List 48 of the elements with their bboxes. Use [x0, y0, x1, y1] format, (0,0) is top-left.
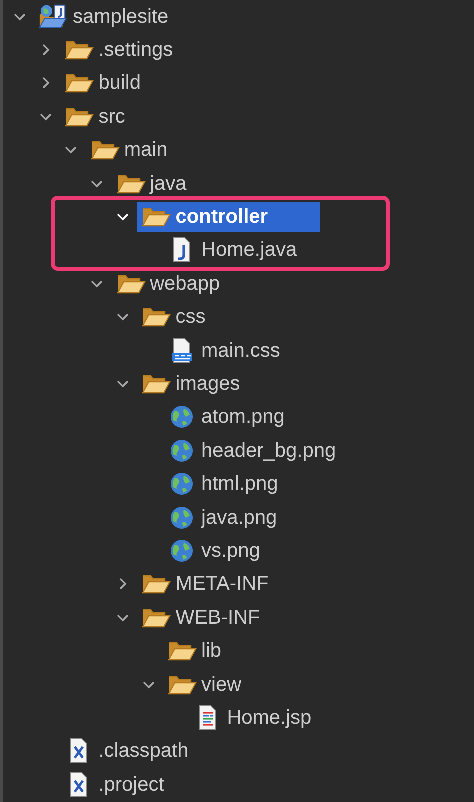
folder-icon [167, 640, 197, 662]
tree-item[interactable]: header_bg.png [162, 436, 340, 466]
tree-item[interactable]: view [162, 670, 246, 700]
tree-item[interactable]: .classpath [60, 736, 193, 766]
tree-item[interactable]: html.png [162, 469, 282, 500]
tree-item[interactable]: java.png [162, 502, 282, 533]
project-icon [38, 4, 69, 30]
tree-item[interactable]: src [60, 102, 130, 132]
globe-icon [170, 405, 194, 430]
tree-item[interactable]: java [111, 168, 191, 199]
tree-item[interactable]: META-INF [136, 569, 273, 600]
tree-item[interactable]: WEB-INF [136, 602, 264, 633]
xml-file-icon [68, 738, 90, 764]
folder-icon [64, 106, 94, 128]
tree-item[interactable]: build [60, 68, 145, 98]
tree-item[interactable]: controller [136, 202, 320, 232]
css-file-icon [171, 338, 193, 364]
globe-icon [170, 538, 194, 563]
tree-item[interactable]: .project [60, 770, 168, 800]
tree-item[interactable]: css [136, 302, 210, 332]
tree-item[interactable]: webapp [111, 268, 224, 299]
tree-item[interactable]: main [85, 135, 172, 166]
tree-item[interactable]: main.css [162, 336, 284, 366]
folder-icon [116, 172, 146, 195]
folder-icon [90, 139, 120, 162]
folder-icon [116, 272, 146, 295]
globe-icon [170, 472, 194, 496]
tree-item[interactable]: atom.png [162, 402, 289, 432]
tree-item[interactable]: images [136, 368, 244, 399]
folder-icon [64, 72, 94, 94]
tree-item[interactable]: lib [162, 636, 226, 666]
folder-icon [141, 606, 172, 629]
tree-item[interactable]: samplesite [34, 2, 173, 32]
folder-icon [64, 39, 94, 62]
jsp-file-icon [196, 704, 219, 731]
globe-icon [170, 438, 194, 463]
folder-icon [141, 206, 172, 228]
java-file-icon [171, 237, 193, 264]
tree-item[interactable]: vs.png [162, 536, 264, 566]
folder-icon [141, 573, 172, 596]
globe-icon [170, 506, 194, 530]
folder-icon [167, 674, 197, 696]
tree-item[interactable]: Home.jsp [188, 702, 316, 733]
tree-item[interactable]: Home.java [162, 235, 302, 266]
tree-item[interactable]: .settings [60, 35, 178, 66]
xml-file-icon [68, 772, 90, 798]
folder-icon [141, 306, 172, 328]
folder-icon [141, 372, 172, 395]
